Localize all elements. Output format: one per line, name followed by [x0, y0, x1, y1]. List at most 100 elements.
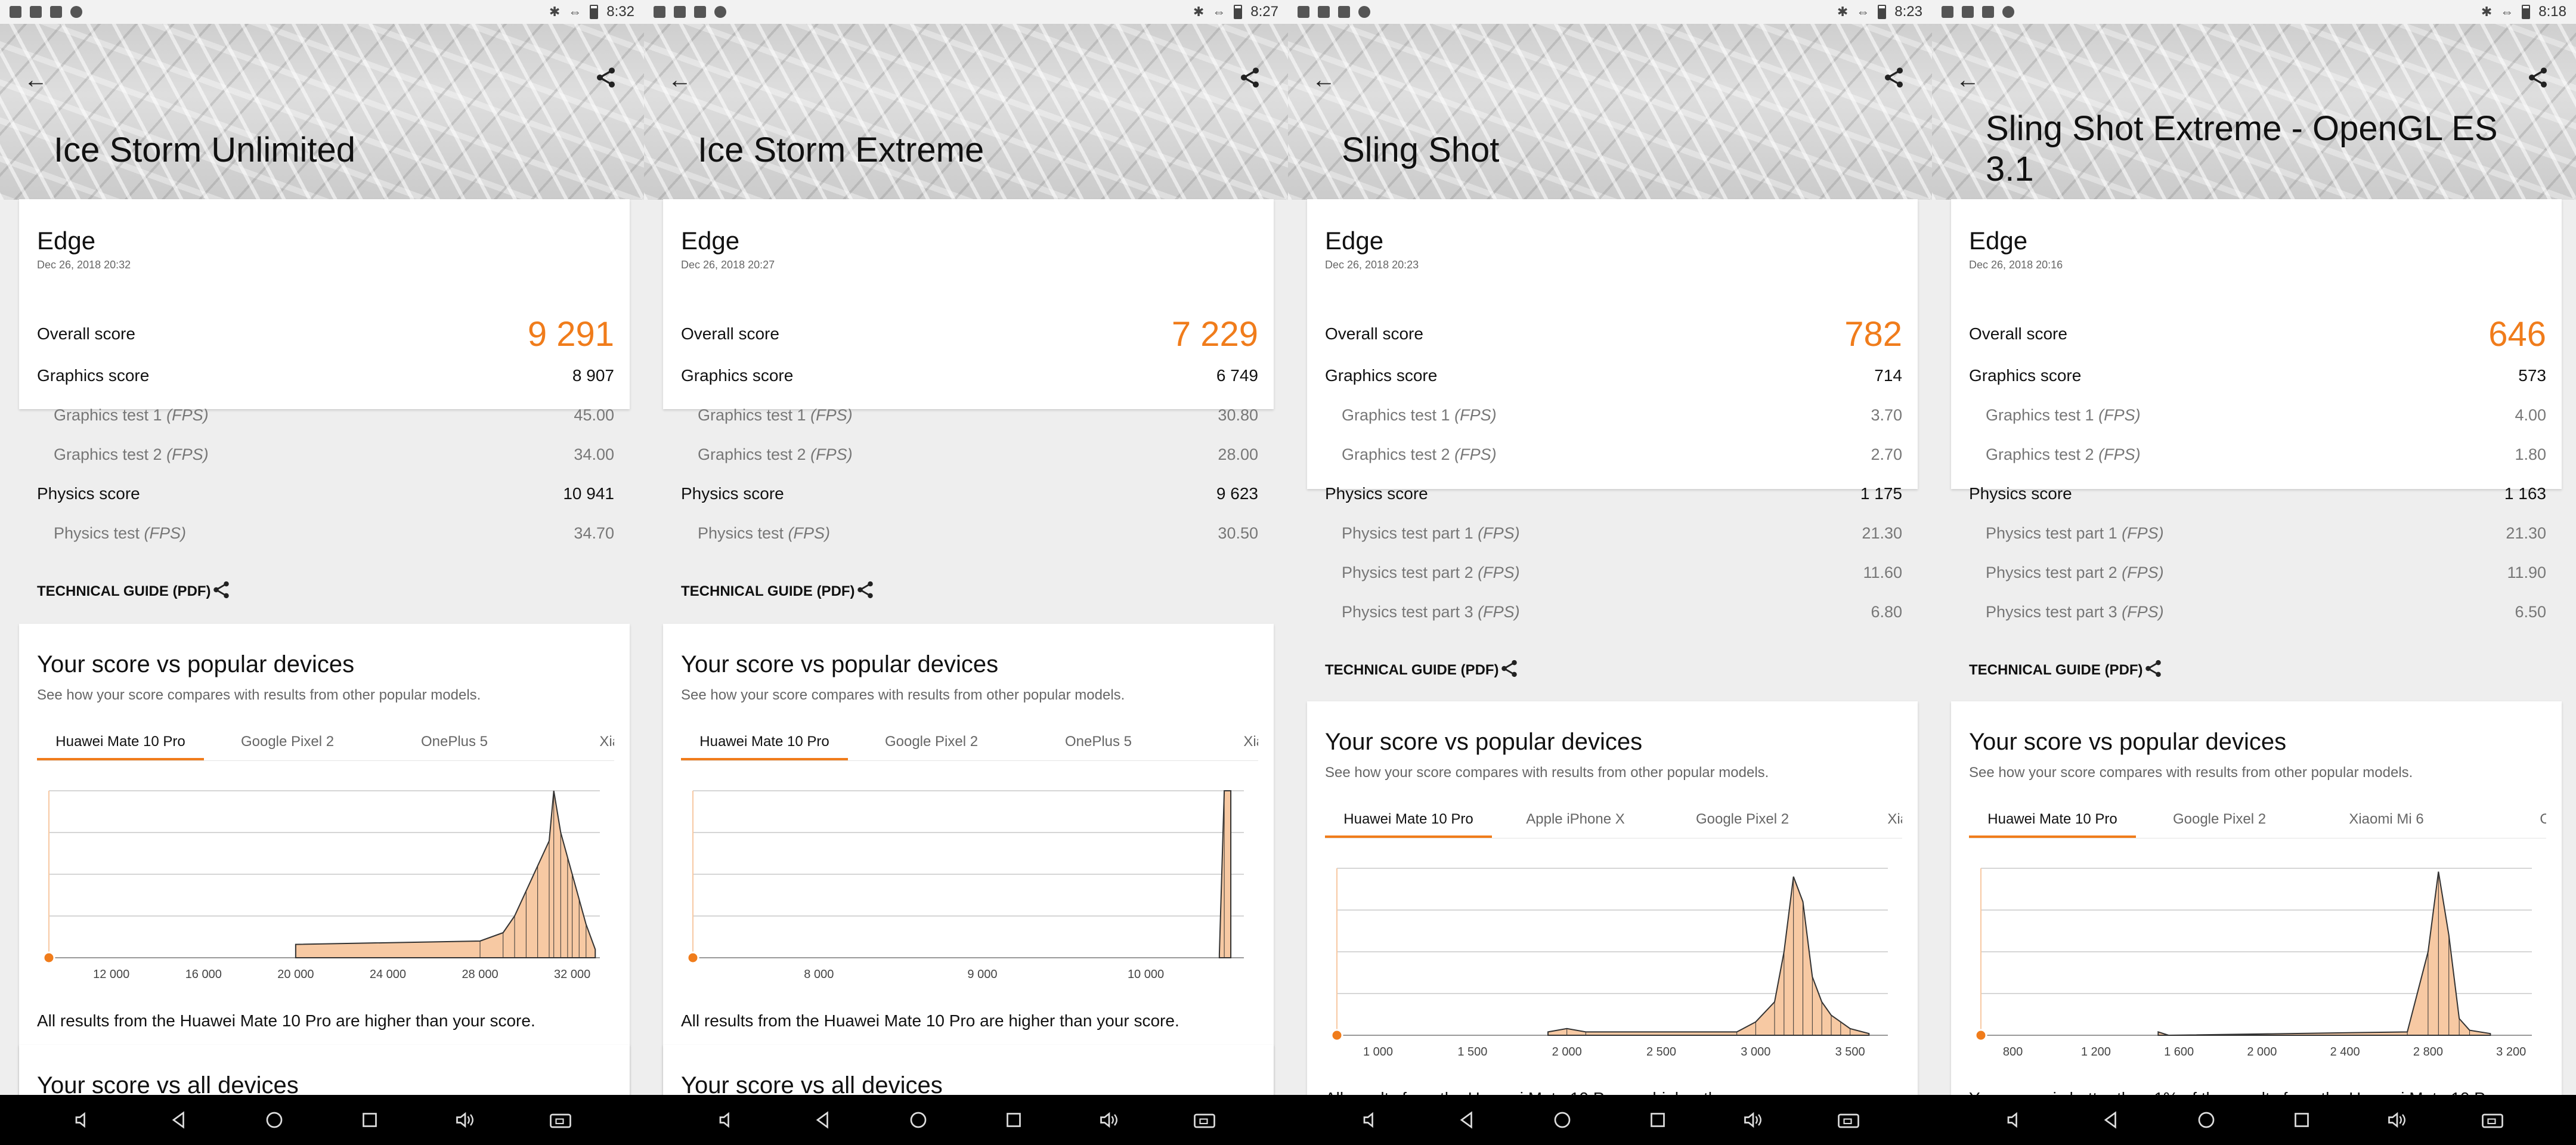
test-date: Dec 26, 2018 20:23: [1325, 259, 1419, 271]
back-arrow-icon[interactable]: ←: [1309, 66, 1338, 94]
share-icon[interactable]: [1882, 66, 1911, 94]
tab-device-1[interactable]: Google Pixel 2: [2136, 803, 2303, 838]
row-value: 11.60: [1863, 563, 1902, 581]
x-tick-label: 2 500: [1646, 1045, 1676, 1059]
share-icon[interactable]: [855, 580, 875, 604]
tab-device-0[interactable]: Huawei Mate 10 Pro: [37, 725, 204, 760]
back-nav-icon[interactable]: [809, 1106, 837, 1134]
tab-device-2[interactable]: OnePlus 5: [371, 725, 538, 760]
screens-collage: ✱ ⇔ 8:32 ← Ice Storm Unlimited Edge Dec …: [0, 0, 2576, 1145]
row-value: 8 907: [572, 366, 614, 385]
recents-icon[interactable]: [2287, 1106, 2316, 1134]
share-icon[interactable]: [1238, 66, 1267, 94]
home-icon[interactable]: [2192, 1106, 2221, 1134]
recents-icon[interactable]: [999, 1106, 1028, 1134]
navigation-bar: [0, 1095, 644, 1145]
tab-device-2[interactable]: Google Pixel 2: [1659, 803, 1826, 838]
tab-device-1[interactable]: Google Pixel 2: [848, 725, 1015, 760]
share-icon[interactable]: [2526, 66, 2555, 94]
back-nav-icon[interactable]: [2097, 1106, 2125, 1134]
home-icon[interactable]: [260, 1106, 289, 1134]
home-icon[interactable]: [904, 1106, 933, 1134]
screenshot-icon[interactable]: [1190, 1106, 1219, 1134]
tab-device-3[interactable]: Xiaomi: [1826, 803, 1902, 838]
circle-icon: [1358, 6, 1370, 18]
row-label: Physics test (FPS): [698, 524, 831, 542]
tab-device-3[interactable]: Xiaomi: [1182, 725, 1258, 760]
subtest-row: Physics test part 1 (FPS) 21.30: [1325, 521, 1902, 545]
row-label: Physics test part 2 (FPS): [1342, 563, 1520, 581]
result-summary-card: Edge Dec 26, 2018 20:23 Overall score 78…: [1307, 199, 1918, 678]
device-tabs: Huawei Mate 10 Pro Google Pixel 2 OnePlus …: [37, 725, 614, 761]
row-label: Physics test part 3 (FPS): [1342, 602, 1520, 621]
tab-device-1[interactable]: Apple iPhone X: [1492, 803, 1659, 838]
volume-icon[interactable]: [451, 1106, 479, 1134]
share-icon[interactable]: [1499, 658, 1519, 683]
vs-popular-title: Your score vs popular devices: [1325, 729, 1643, 755]
image-icon: [674, 6, 686, 18]
row-value: 34.70: [574, 524, 614, 542]
share-icon[interactable]: [2143, 658, 2163, 683]
screenshot-icon[interactable]: [2478, 1106, 2507, 1134]
tab-device-0[interactable]: Huawei Mate 10 Pro: [681, 725, 848, 760]
tab-device-2[interactable]: Xiaomi Mi 6: [2303, 803, 2470, 838]
row-value: 30.80: [1218, 406, 1258, 424]
tab-device-3[interactable]: One: [2470, 803, 2546, 838]
sound-icon[interactable]: [69, 1106, 98, 1134]
x-tick-label: 2 000: [1552, 1045, 1582, 1059]
sound-icon[interactable]: [1357, 1106, 1386, 1134]
navigation-bar: [1932, 1095, 2576, 1145]
device-name: Edge: [1969, 227, 2028, 255]
bluetooth-icon: ✱: [1193, 4, 1205, 19]
bluetooth-icon: ✱: [1837, 4, 1849, 19]
share-icon[interactable]: [594, 66, 623, 94]
back-arrow-icon[interactable]: ←: [665, 66, 694, 94]
subtest-row: Graphics test 1 (FPS) 3.70: [1325, 403, 1902, 427]
volume-icon[interactable]: [1739, 1106, 1767, 1134]
back-arrow-icon[interactable]: ←: [21, 66, 50, 94]
home-icon[interactable]: [1548, 1106, 1577, 1134]
row-label: Graphics score: [1325, 366, 1438, 385]
row-label: Graphics test 2 (FPS): [54, 445, 209, 463]
technical-guide-label: TECHNICAL GUIDE (PDF): [1969, 662, 2143, 678]
recents-icon[interactable]: [355, 1106, 384, 1134]
bluetooth-icon: ✱: [2481, 4, 2493, 19]
overall-score-row: Overall score 782: [1325, 315, 1902, 354]
row-value: 6.50: [2515, 602, 2546, 621]
back-arrow-icon[interactable]: ←: [1953, 66, 1982, 94]
tab-device-2[interactable]: OnePlus 5: [1015, 725, 1182, 760]
sound-icon[interactable]: [2001, 1106, 2030, 1134]
notification-icons: [654, 6, 726, 18]
x-tick-label: 1 200: [2081, 1045, 2111, 1059]
row-label: Graphics test 1 (FPS): [698, 406, 853, 424]
x-tick-label: 16 000: [185, 968, 222, 981]
volume-icon[interactable]: [1095, 1106, 1123, 1134]
row-value: 9 623: [1216, 484, 1258, 503]
sound-icon[interactable]: [713, 1106, 742, 1134]
header-banner: ← Ice Storm Unlimited: [0, 24, 644, 200]
technical-guide-link[interactable]: TECHNICAL GUIDE (PDF): [37, 578, 614, 605]
technical-guide-link[interactable]: TECHNICAL GUIDE (PDF): [1969, 657, 2546, 683]
vs-popular-subtitle: See how your score compares with results…: [681, 687, 1125, 703]
status-time: 8:27: [1250, 4, 1278, 20]
recents-icon[interactable]: [1643, 1106, 1672, 1134]
back-nav-icon[interactable]: [1453, 1106, 1481, 1134]
share-icon[interactable]: [211, 580, 231, 604]
screenshot-icon[interactable]: [1834, 1106, 1863, 1134]
back-nav-icon[interactable]: [165, 1106, 193, 1134]
technical-guide-link[interactable]: TECHNICAL GUIDE (PDF): [1325, 657, 1902, 683]
tab-device-3[interactable]: Xiaomi: [538, 725, 614, 760]
row-label: Physics test part 1 (FPS): [1342, 524, 1520, 542]
volume-icon[interactable]: [2383, 1106, 2411, 1134]
phone-screen: ✱ ⇔ 8:23 ← Sling Shot Edge Dec 26, 2018 …: [1288, 0, 1932, 1145]
tab-device-1[interactable]: Google Pixel 2: [204, 725, 371, 760]
vs-popular-subtitle: See how your score compares with results…: [1325, 765, 1769, 781]
technical-guide-label: TECHNICAL GUIDE (PDF): [37, 583, 211, 599]
tab-device-0[interactable]: Huawei Mate 10 Pro: [1969, 803, 2136, 838]
x-tick-label: 2 400: [2330, 1045, 2360, 1059]
tab-device-0[interactable]: Huawei Mate 10 Pro: [1325, 803, 1492, 838]
technical-guide-link[interactable]: TECHNICAL GUIDE (PDF): [681, 578, 1258, 605]
overall-score-label: Overall score: [1969, 324, 2067, 343]
device-name: Edge: [681, 227, 740, 255]
screenshot-icon[interactable]: [546, 1106, 575, 1134]
